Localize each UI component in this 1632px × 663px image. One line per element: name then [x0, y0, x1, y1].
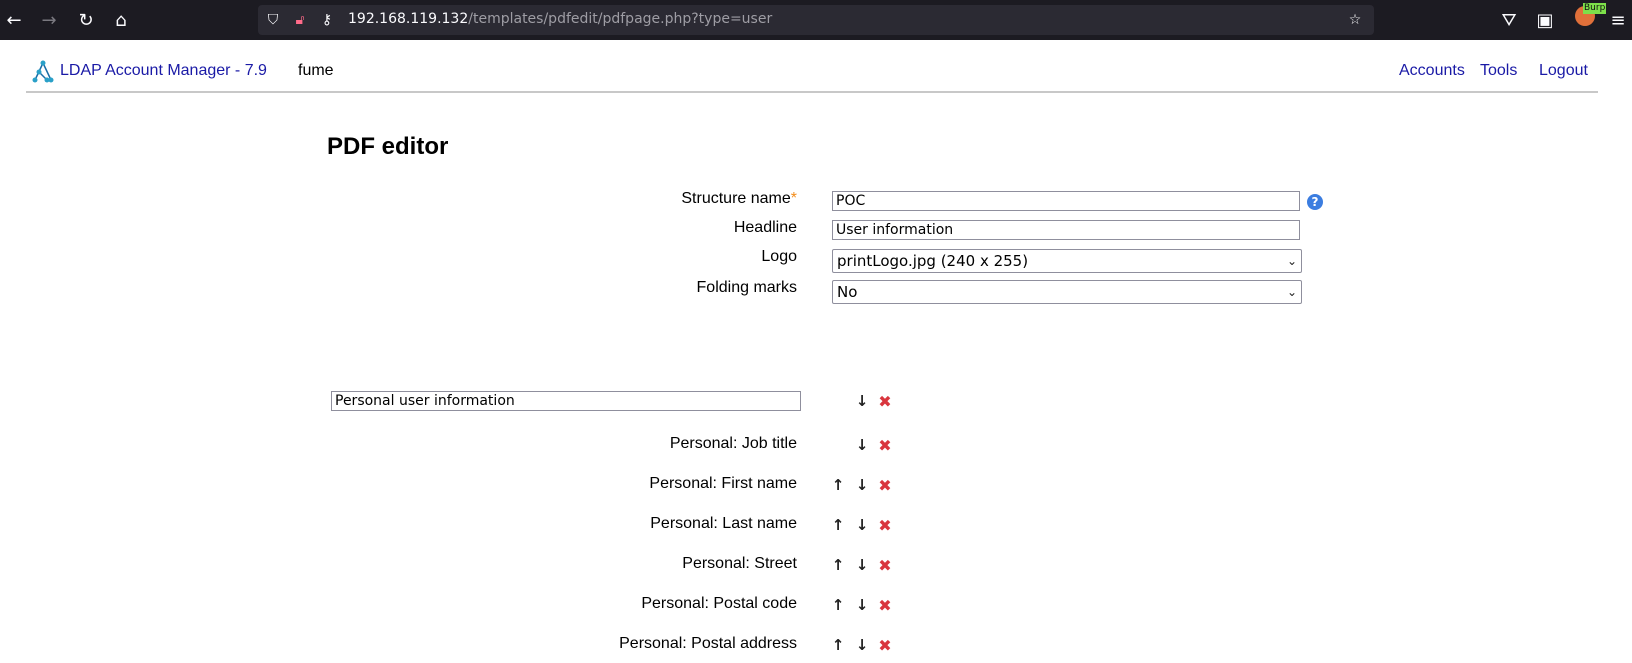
address-bar[interactable]: ⛉ 🔓︎ ⚷ 192.168.119.132/templates/pdfedit…: [258, 5, 1374, 35]
move-up-icon[interactable]: ↑: [829, 476, 847, 494]
entry-label: Personal: Postal address: [619, 635, 797, 652]
logged-in-user: fume: [298, 62, 334, 79]
headline-label: Headline: [733, 219, 797, 236]
move-up-icon[interactable]: ↑: [829, 596, 847, 614]
move-down-icon[interactable]: ↓: [853, 596, 871, 614]
entry-label: Personal: Job title: [669, 435, 797, 452]
section-title-input[interactable]: [331, 391, 801, 411]
remove-icon[interactable]: ✖: [876, 636, 894, 655]
structure-name-input[interactable]: [832, 191, 1300, 211]
required-marker: *: [790, 190, 797, 207]
entry-label: Personal: Last name: [650, 515, 797, 532]
menu-icon[interactable]: ≡: [1606, 8, 1630, 32]
move-down-icon[interactable]: ↓: [853, 476, 871, 494]
move-down-icon[interactable]: ↓: [853, 516, 871, 534]
app-title-link[interactable]: LDAP Account Manager - 7.9: [60, 62, 267, 80]
remove-icon[interactable]: ✖: [876, 476, 894, 495]
folding-marks-select[interactable]: No ⌄: [832, 280, 1302, 304]
entry-label: Personal: Postal code: [641, 595, 797, 612]
permissions-icon[interactable]: ⚷: [318, 11, 336, 29]
chevron-down-icon: ⌄: [1286, 285, 1297, 299]
remove-icon[interactable]: ✖: [876, 596, 894, 615]
shield-icon[interactable]: ⛉: [264, 11, 282, 29]
remove-icon[interactable]: ✖: [876, 556, 894, 575]
section-move-down-icon[interactable]: ↓: [853, 392, 871, 410]
logo-select-value: printLogo.jpg (240 x 255): [837, 252, 1029, 270]
url-text[interactable]: 192.168.119.132/templates/pdfedit/pdfpag…: [348, 11, 772, 27]
folding-marks-select-value: No: [837, 283, 858, 301]
nav-accounts[interactable]: Accounts: [1399, 62, 1465, 80]
move-down-icon[interactable]: ↓: [853, 556, 871, 574]
remove-icon[interactable]: ✖: [876, 436, 894, 455]
nav-tools[interactable]: Tools: [1480, 62, 1517, 80]
back-icon[interactable]: ←: [2, 8, 26, 32]
headline-input[interactable]: [832, 220, 1300, 240]
remove-icon[interactable]: ✖: [876, 516, 894, 535]
url-path: /templates/pdfedit/pdfpage.php?type=user: [468, 11, 773, 27]
help-icon[interactable]: ?: [1307, 194, 1323, 210]
home-icon[interactable]: ⌂: [109, 8, 133, 32]
move-up-icon[interactable]: ↑: [829, 516, 847, 534]
entry-label: Personal: Street: [682, 555, 797, 572]
move-down-icon[interactable]: ↓: [853, 636, 871, 654]
section-remove-icon[interactable]: ✖: [876, 392, 894, 411]
chevron-down-icon: ⌄: [1286, 254, 1297, 268]
burp-extension-label: Burp: [1583, 3, 1607, 14]
insecure-lock-icon[interactable]: 🔓︎: [291, 11, 309, 29]
reload-icon[interactable]: ↻: [74, 8, 98, 32]
structure-name-label: Structure name*: [681, 190, 797, 208]
header-divider: [26, 91, 1598, 93]
reader-view-icon[interactable]: ▣: [1533, 8, 1557, 32]
logo-select[interactable]: printLogo.jpg (240 x 255) ⌄: [832, 249, 1302, 273]
bookmark-star-icon[interactable]: ☆: [1346, 11, 1364, 29]
url-host: 192.168.119.132: [348, 11, 469, 27]
folding-marks-label: Folding marks: [696, 279, 797, 296]
move-up-icon[interactable]: ↑: [829, 556, 847, 574]
nav-logout[interactable]: Logout: [1539, 62, 1588, 80]
move-down-icon[interactable]: ↓: [853, 436, 871, 454]
browser-toolbar: ← → ↻ ⌂ ⛉ 🔓︎ ⚷ 192.168.119.132/templates…: [0, 0, 1632, 40]
forward-icon[interactable]: →: [37, 8, 61, 32]
pocket-icon[interactable]: ⛛: [1497, 8, 1521, 32]
lam-logo-icon[interactable]: [31, 60, 55, 84]
logo-label: Logo: [761, 248, 797, 265]
move-up-icon[interactable]: ↑: [829, 636, 847, 654]
page-title: PDF editor: [327, 133, 449, 160]
entry-label: Personal: First name: [649, 475, 797, 492]
structure-name-label-text: Structure name: [681, 190, 791, 207]
